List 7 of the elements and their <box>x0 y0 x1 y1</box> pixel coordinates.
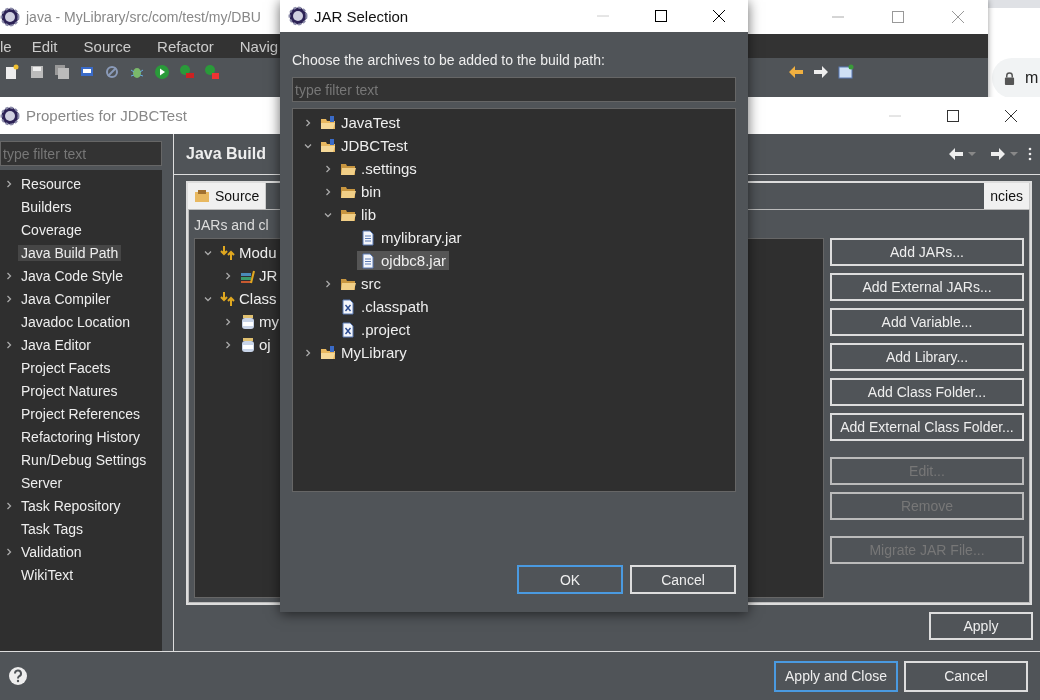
page-title: Java Build <box>186 145 267 163</box>
prompt-text: Choose the archives to be added to the build path: <box>292 52 606 68</box>
address-text: m <box>1025 69 1039 87</box>
window-title: java - MyLibrary/src/com/test/my/DBU <box>26 9 261 25</box>
description-text: JARs and cl <box>194 217 270 233</box>
dialog-title: JAR Selection <box>314 7 409 25</box>
window-title: Properties for JDBCTest <box>26 107 187 124</box>
